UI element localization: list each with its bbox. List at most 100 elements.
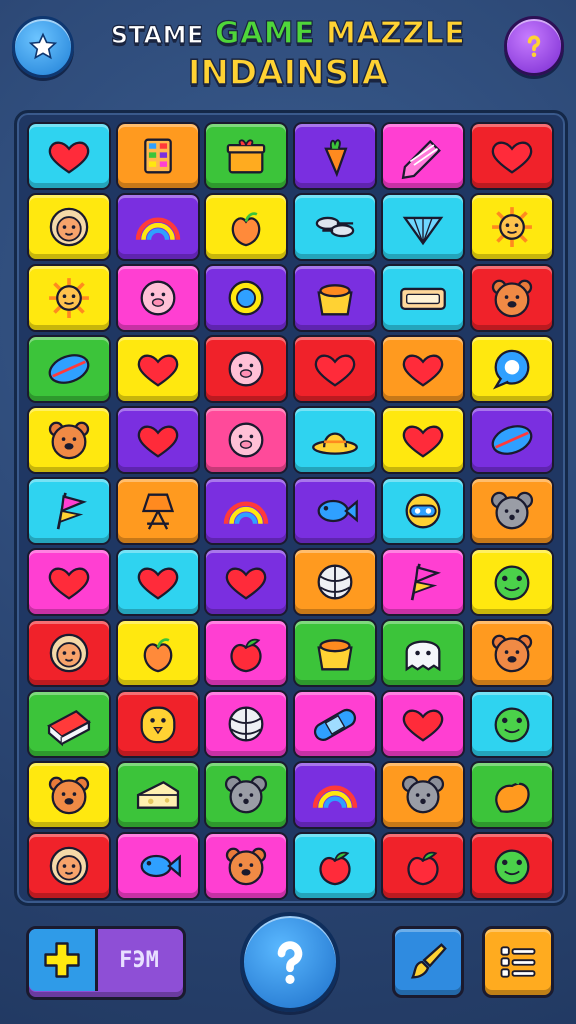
- game-tile[interactable]: [381, 477, 466, 545]
- sun-icon: [228, 280, 264, 316]
- cheese-icon: [136, 781, 179, 809]
- title-subtitle: INDAINSIA: [187, 52, 389, 94]
- rainbow-icon: [135, 217, 180, 240]
- game-tile[interactable]: [470, 406, 554, 474]
- power-up-button[interactable]: FЭM: [26, 926, 186, 1000]
- heart-icon: [403, 425, 444, 458]
- game-tile[interactable]: [381, 761, 466, 829]
- game-tile[interactable]: [115, 193, 200, 261]
- game-tile[interactable]: [27, 335, 111, 403]
- game-tile[interactable]: [204, 548, 289, 616]
- game-tile[interactable]: [470, 477, 554, 545]
- game-tile[interactable]: [381, 406, 466, 474]
- game-tile[interactable]: [204, 335, 289, 403]
- heart-icon: [403, 709, 444, 742]
- apple-icon: [230, 638, 262, 673]
- game-tile[interactable]: [292, 690, 377, 758]
- game-tile[interactable]: [115, 335, 200, 403]
- game-tile[interactable]: [27, 406, 111, 474]
- game-tile[interactable]: [115, 477, 200, 545]
- mouse-icon: [402, 775, 445, 814]
- flag-icon: [56, 492, 87, 530]
- game-tile[interactable]: [115, 690, 200, 758]
- apple-icon: [407, 851, 439, 886]
- game-tile[interactable]: [292, 264, 377, 332]
- game-tile[interactable]: [470, 264, 554, 332]
- game-tile[interactable]: [204, 832, 289, 900]
- game-tile[interactable]: [381, 264, 466, 332]
- game-tile[interactable]: [292, 619, 377, 687]
- game-tile[interactable]: [292, 832, 377, 900]
- ball-icon: [317, 564, 353, 600]
- ball-icon: [228, 706, 264, 742]
- game-tile[interactable]: [292, 193, 377, 261]
- lamp-icon: [141, 493, 174, 530]
- game-tile[interactable]: [204, 406, 289, 474]
- game-tile[interactable]: [381, 193, 466, 261]
- game-tile[interactable]: [204, 761, 289, 829]
- game-tile[interactable]: [27, 122, 111, 190]
- title-word-1: STAME: [110, 20, 204, 49]
- game-tile[interactable]: [292, 548, 377, 616]
- game-tile[interactable]: [292, 122, 377, 190]
- game-tile[interactable]: [115, 548, 200, 616]
- game-tile[interactable]: [381, 122, 466, 190]
- game-tile[interactable]: [27, 761, 111, 829]
- crayon-icon: [402, 139, 442, 180]
- game-tile[interactable]: [27, 193, 111, 261]
- peach-icon: [143, 638, 172, 673]
- game-tile[interactable]: [27, 619, 111, 687]
- peach-icon: [231, 212, 261, 247]
- game-tile[interactable]: [292, 761, 377, 829]
- game-tile[interactable]: [27, 690, 111, 758]
- rainbow-icon: [312, 785, 357, 808]
- game-tile[interactable]: [470, 122, 554, 190]
- game-tile[interactable]: [470, 335, 554, 403]
- hat-icon: [311, 432, 358, 455]
- game-tile[interactable]: [204, 122, 289, 190]
- game-tile[interactable]: [115, 122, 200, 190]
- help-button[interactable]: [504, 16, 564, 76]
- game-tile[interactable]: [381, 690, 466, 758]
- game-tile[interactable]: [470, 193, 554, 261]
- game-tile[interactable]: [27, 477, 111, 545]
- game-tile[interactable]: [204, 690, 289, 758]
- heart-icon: [137, 425, 178, 458]
- game-tile[interactable]: [27, 264, 111, 332]
- star-button[interactable]: [12, 16, 74, 78]
- game-tile[interactable]: [204, 264, 289, 332]
- game-tile[interactable]: [115, 406, 200, 474]
- star-icon: [28, 32, 58, 60]
- bear-icon: [226, 847, 267, 886]
- game-tile[interactable]: [115, 832, 200, 900]
- game-tile[interactable]: [115, 264, 200, 332]
- game-tile[interactable]: [381, 832, 466, 900]
- game-tile[interactable]: [381, 335, 466, 403]
- hint-button[interactable]: [240, 912, 340, 1012]
- game-tile[interactable]: [381, 619, 466, 687]
- game-tile[interactable]: [27, 548, 111, 616]
- game-tile[interactable]: [470, 619, 554, 687]
- game-tile[interactable]: [470, 832, 554, 900]
- game-tile[interactable]: [27, 832, 111, 900]
- list-button[interactable]: [482, 926, 554, 998]
- game-tile[interactable]: [115, 761, 200, 829]
- game-tile[interactable]: [292, 406, 377, 474]
- game-tile[interactable]: [470, 761, 554, 829]
- game-tile[interactable]: [470, 690, 554, 758]
- lion-icon: [49, 207, 89, 247]
- game-tile[interactable]: [204, 193, 289, 261]
- bandage-icon: [313, 708, 356, 741]
- brush-button[interactable]: [392, 926, 464, 998]
- bear-icon: [491, 279, 533, 318]
- game-tile[interactable]: [381, 548, 466, 616]
- mouse-icon: [490, 491, 534, 530]
- game-tile[interactable]: [204, 619, 289, 687]
- game-tile[interactable]: [292, 335, 377, 403]
- frog-icon: [494, 707, 530, 743]
- game-tile[interactable]: [204, 477, 289, 545]
- game-tile[interactable]: [115, 619, 200, 687]
- mouse-icon: [225, 775, 268, 814]
- game-tile[interactable]: [292, 477, 377, 545]
- game-tile[interactable]: [470, 548, 554, 616]
